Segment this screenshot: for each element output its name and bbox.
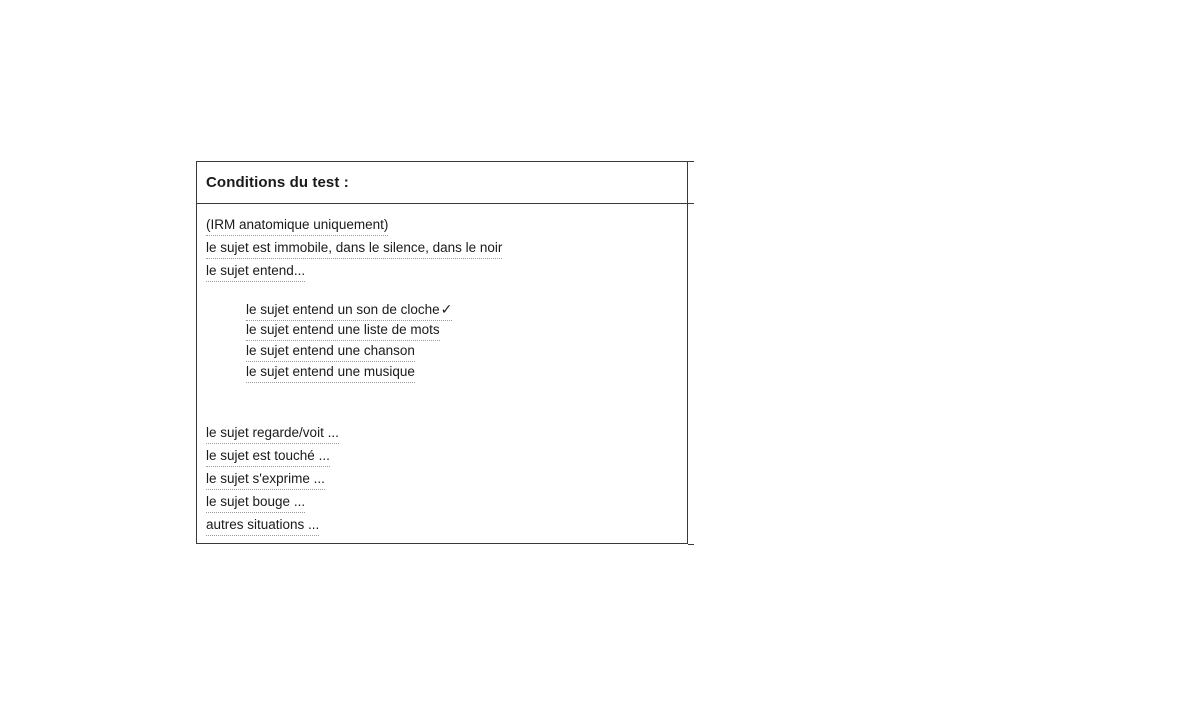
option-subject-sees[interactable]: le sujet regarde/voit ... — [206, 424, 339, 444]
sub-option-bell-sound[interactable]: le sujet entend un son de cloche✓ — [246, 300, 453, 321]
panel-header: Conditions du test : — [197, 162, 687, 204]
option-subject-touched[interactable]: le sujet est touché ... — [206, 447, 330, 467]
adjacent-cell-bottom-edge — [688, 544, 694, 545]
adjacent-cell-header-edge — [688, 203, 694, 204]
option-subject-hears[interactable]: le sujet entend... — [206, 262, 306, 282]
option-other-situations[interactable]: autres situations ... — [206, 516, 320, 536]
option-immobile-silence-dark[interactable]: le sujet est immobile, dans le silence, … — [206, 239, 503, 259]
sub-option-music[interactable]: le sujet entend une musique — [246, 363, 415, 383]
option-anatomical-mri[interactable]: (IRM anatomique uniquement) — [206, 216, 389, 236]
option-subject-moves[interactable]: le sujet bouge ... — [206, 493, 306, 513]
sub-option-word-list[interactable]: le sujet entend une liste de mots — [246, 321, 440, 341]
sub-option-bell-sound-label: le sujet entend un son de cloche — [246, 302, 440, 317]
adjacent-cell-top-edge — [688, 161, 694, 162]
checkmark-icon: ✓ — [440, 301, 453, 317]
panel-title: Conditions du test : — [206, 174, 349, 191]
option-subject-speaks[interactable]: le sujet s'exprime ... — [206, 470, 325, 490]
sub-option-song[interactable]: le sujet entend une chanson — [246, 342, 415, 362]
